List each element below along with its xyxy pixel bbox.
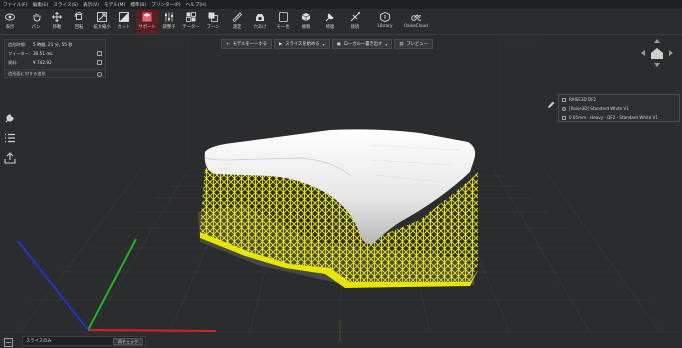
menu-help[interactable]: ヘルプ(H) [186, 2, 207, 8]
tool-view[interactable]: 表示 [1, 10, 19, 34]
rotate-icon [74, 12, 84, 22]
refresh-label: 造形面に対する造形 [8, 71, 46, 76]
connect-icon [350, 12, 360, 22]
eye-toggle-icon[interactable] [97, 51, 102, 56]
slice-only-label: スライスのみ [26, 339, 52, 344]
refresh-icon[interactable] [97, 72, 102, 77]
cloud-icon [411, 12, 421, 22]
menu-model[interactable]: モデル(M) [104, 2, 125, 8]
filament-value: 30.51 mL [33, 51, 53, 56]
tool-move[interactable]: 移動 [48, 10, 66, 34]
add-model-button[interactable]: + モデルを一ーする [221, 39, 272, 49]
cost-label: 資料: [8, 59, 18, 65]
hole-icon [255, 12, 265, 22]
tool-adjust[interactable]: 調整子 [160, 10, 178, 34]
tool-support[interactable]: サポート [136, 10, 158, 34]
collapse-panel-icon[interactable] [4, 338, 13, 347]
tool-pan[interactable]: パン [27, 10, 45, 34]
filament-label: フィーター: [8, 50, 31, 56]
pan-icon [31, 12, 41, 22]
menu-bar: ファイル(F) 編集(E) スライス(S) 表示(V) モデル(M) 標準(B)… [0, 0, 682, 9]
print-time-row: 造形時間: 5 時間, 21 分, 55 秒 [5, 40, 105, 49]
menu-printer[interactable]: プリンター(P) [151, 2, 180, 8]
bone-icon [208, 12, 218, 22]
tool-model[interactable]: モー也 [274, 10, 292, 34]
tool-repair[interactable]: 修復 [321, 10, 339, 34]
library-icon [380, 12, 390, 22]
view-navigation[interactable] [640, 38, 674, 68]
tool-raisecloud[interactable]: RaiseCloud [402, 10, 430, 34]
preview-button[interactable]: ▤ プレビュー [394, 39, 433, 49]
list-icon[interactable] [4, 132, 16, 144]
tool-hollow[interactable]: 穴あけ [251, 10, 269, 34]
main-toolbar: 表示 パン 移動 回転 拡大縮小 カット サポート 調整子 テーター ブーン 測… [0, 9, 682, 35]
scale-icon [97, 12, 107, 22]
recheck-button[interactable]: 再チェック [113, 338, 143, 345]
chevron-down-icon: ▾ [322, 41, 325, 47]
menu-slice[interactable]: スライス(S) [53, 2, 78, 8]
tool-measure[interactable]: 測定 [228, 10, 246, 34]
resin-row[interactable]: [Raise3D] Standard White V1 [559, 104, 679, 113]
save-icon: ▣ [336, 41, 341, 47]
printer-icon [562, 97, 566, 102]
upload-icon[interactable] [4, 152, 16, 164]
3d-viewport[interactable] [0, 35, 682, 348]
wrench-icon[interactable] [4, 112, 16, 124]
repair-icon [325, 12, 335, 22]
refresh-row[interactable]: 造形面に対する造形 [5, 69, 105, 78]
tool-data[interactable]: テーター [182, 10, 200, 34]
tool-library[interactable]: Library [374, 10, 396, 34]
print-time-value: 5 時間, 21 分, 55 秒 [33, 41, 73, 47]
scene-canvas [0, 39, 682, 342]
menu-file[interactable]: ファイル(F) [3, 2, 28, 8]
profile-icon [562, 115, 566, 120]
plus-icon: + [226, 41, 230, 47]
tool-boolean[interactable]: ブーン [204, 10, 222, 34]
printer-settings-panel[interactable]: RAISE3D DF2 [Raise3D] Standard White V1 … [558, 94, 680, 122]
eye-icon [5, 12, 15, 22]
measure-icon [232, 12, 242, 22]
model-icon [278, 12, 288, 22]
tool-duplicate[interactable]: 複製 [297, 10, 315, 34]
move-icon [52, 12, 62, 22]
play-icon: ▶ [278, 41, 283, 47]
cut-icon [119, 12, 129, 22]
slice-button[interactable]: ▶ スライスを始める ▾ [273, 39, 330, 49]
print-time-label: 造形時間: [8, 41, 27, 47]
cost-row: 資料: ¥ 742.92 [5, 58, 105, 67]
chevron-down-icon: ▾ [385, 41, 388, 47]
menu-edit[interactable]: 編集(E) [33, 2, 49, 8]
menu-view[interactable]: 表示(V) [83, 2, 99, 8]
slice-status-bar: スライスのみ 再チェック [22, 336, 146, 346]
calculator-icon[interactable] [97, 60, 102, 65]
printer-name-row[interactable]: RAISE3D DF2 [559, 95, 679, 104]
tool-rotate[interactable]: 回転 [70, 10, 88, 34]
filament-row: フィーター: 30.51 mL [5, 49, 105, 58]
resin-icon [562, 106, 566, 111]
export-local-button[interactable]: ▣ ローカル一書き出す ▾ [331, 39, 393, 49]
tool-cut[interactable]: カット [115, 10, 133, 34]
grid-icon [186, 12, 196, 22]
adjust-icon [164, 12, 174, 22]
cost-value: ¥ 742.92 [33, 60, 52, 65]
home-icon [651, 48, 663, 59]
tool-scale[interactable]: 拡大縮小 [91, 10, 113, 34]
action-bar: + モデルを一ーする ▶ スライスを始める ▾ ▣ ローカル一書き出す ▾ ▤ … [221, 39, 433, 49]
print-info-panel: 造形時間: 5 時間, 21 分, 55 秒 フィーター: 30.51 mL 資… [4, 39, 106, 78]
profile-row[interactable]: 0.05mm - Heavy - DF2 - Standard White V1 [559, 113, 679, 122]
menu-standard[interactable]: 標準(B) [130, 2, 146, 8]
edit-pencil-icon[interactable] [547, 101, 555, 109]
preview-icon: ▤ [399, 41, 404, 47]
support-icon [142, 12, 152, 22]
tool-connect[interactable]: 接続 [346, 10, 364, 34]
axis-gizmo [17, 238, 217, 332]
duplicate-icon [301, 12, 311, 22]
